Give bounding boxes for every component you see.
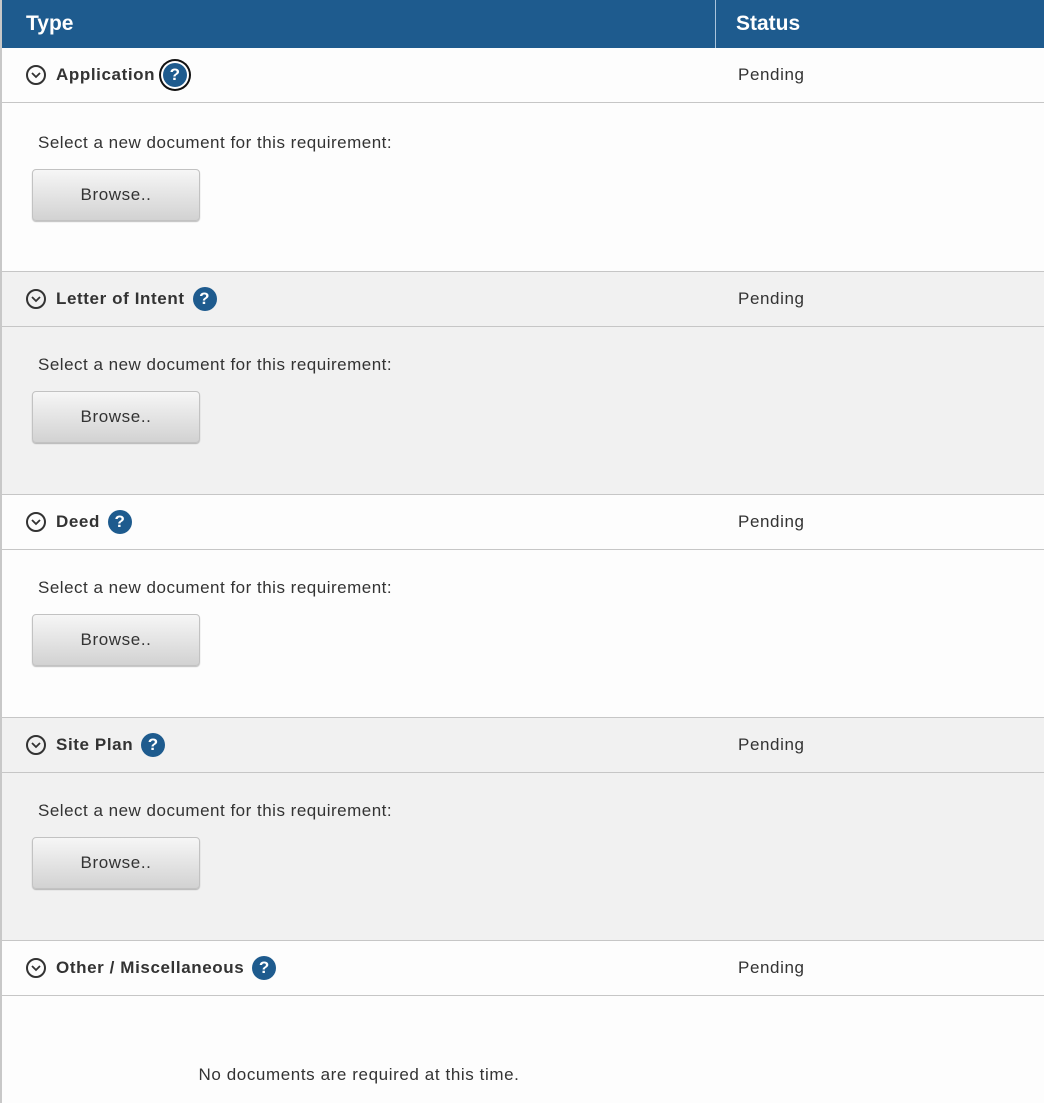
upload-prompt: Select a new document for this requireme… [38, 355, 393, 374]
requirement-row: Other / Miscellaneous ? Pending [2, 941, 1044, 996]
status-column-header: Status [736, 12, 801, 35]
requirement-other-miscellaneous: Other / Miscellaneous ? Pending No docum… [2, 941, 1044, 1103]
requirement-title-cell: Site Plan ? [2, 733, 716, 757]
requirement-body: Select a new document for this requireme… [2, 773, 1044, 889]
question-circle-icon[interactable]: ? [192, 287, 217, 311]
browse-button[interactable]: Browse.. [32, 169, 200, 221]
type-column-header: Type [2, 0, 716, 48]
browse-button[interactable]: Browse.. [32, 614, 200, 666]
requirement-body: Select a new document for this requireme… [2, 103, 1044, 221]
requirement-letter-of-intent: Letter of Intent ? Pending Select a new … [2, 272, 1044, 495]
requirement-status: Pending [738, 512, 805, 531]
requirement-row: Application ? Pending [2, 48, 1044, 103]
chevron-circle-down-icon[interactable] [26, 512, 46, 532]
requirement-row: Site Plan ? Pending [2, 718, 1044, 773]
requirement-status: Pending [738, 289, 805, 308]
question-circle-icon[interactable]: ? [163, 63, 188, 87]
requirement-title: Site Plan [56, 735, 134, 754]
requirement-status: Pending [738, 735, 805, 754]
upload-prompt: Select a new document for this requireme… [38, 133, 393, 152]
requirement-title: Letter of Intent [56, 289, 185, 308]
no-documents-message: No documents are required at this time. [198, 1065, 520, 1084]
requirement-row: Letter of Intent ? Pending [2, 272, 1044, 327]
upload-prompt: Select a new document for this requireme… [38, 801, 393, 820]
upload-prompt: Select a new document for this requireme… [38, 578, 393, 597]
requirement-body: Select a new document for this requireme… [2, 327, 1044, 443]
chevron-circle-down-icon[interactable] [26, 65, 46, 85]
question-circle-icon[interactable]: ? [252, 956, 277, 980]
chevron-circle-down-icon[interactable] [26, 735, 46, 755]
requirement-title-cell: Application ? [2, 63, 716, 87]
browse-button[interactable]: Browse.. [32, 837, 200, 889]
chevron-circle-down-icon[interactable] [26, 958, 46, 978]
requirements-table: Type Status Application ? Pending Select… [0, 0, 1044, 1103]
requirement-title-cell: Deed ? [2, 510, 716, 534]
requirement-body: Select a new document for this requireme… [2, 550, 1044, 666]
requirement-status: Pending [738, 958, 805, 977]
chevron-circle-down-icon[interactable] [26, 289, 46, 309]
table-header: Type Status [2, 0, 1044, 48]
requirement-row: Deed ? Pending [2, 495, 1044, 550]
question-circle-icon[interactable]: ? [141, 733, 166, 757]
question-circle-icon[interactable]: ? [107, 510, 132, 534]
browse-button[interactable]: Browse.. [32, 391, 200, 443]
requirement-title: Deed [56, 512, 100, 531]
requirement-application: Application ? Pending Select a new docum… [2, 48, 1044, 272]
requirement-title: Other / Miscellaneous [56, 958, 245, 977]
requirement-status: Pending [738, 65, 805, 84]
requirement-title-cell: Letter of Intent ? [2, 287, 716, 311]
requirement-deed: Deed ? Pending Select a new document for… [2, 495, 1044, 718]
requirement-title: Application [56, 65, 156, 84]
requirement-site-plan: Site Plan ? Pending Select a new documen… [2, 718, 1044, 941]
requirement-title-cell: Other / Miscellaneous ? [2, 956, 716, 980]
